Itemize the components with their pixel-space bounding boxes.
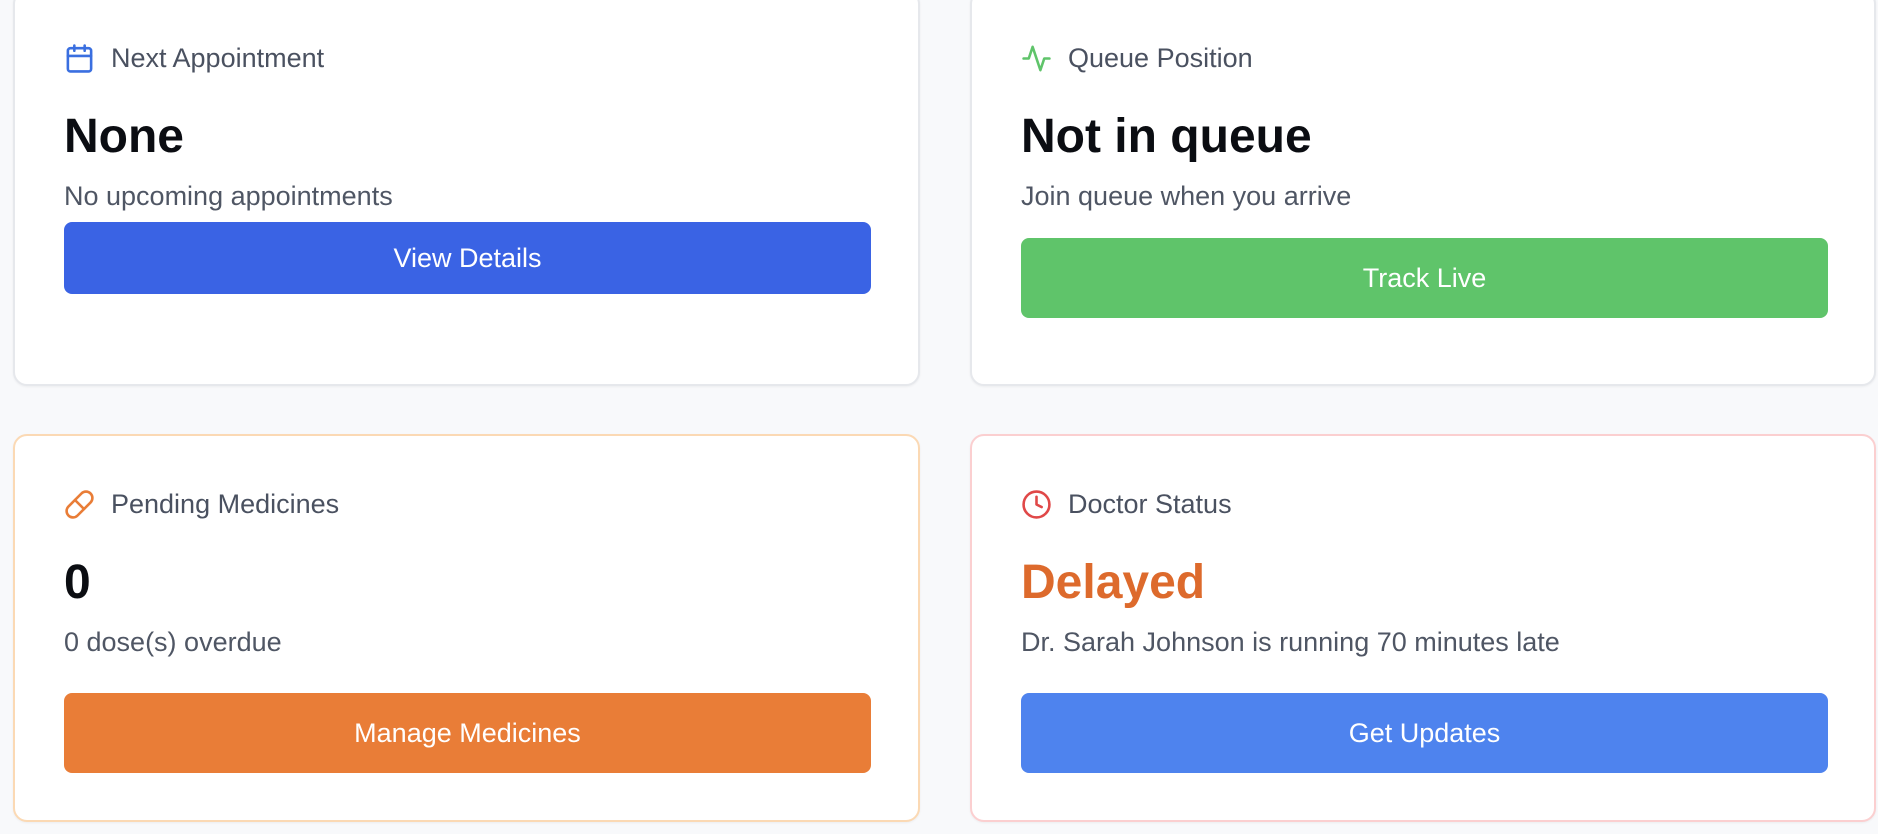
card-title: Pending Medicines: [111, 489, 340, 519]
next-appointment-card: Next Appointment None No upcoming appoin…: [13, 0, 920, 386]
medicines-subtitle: 0 dose(s) overdue: [64, 627, 282, 657]
doctor-status-card: Doctor Status Delayed Dr. Sarah Johnson …: [970, 434, 1876, 822]
track-live-button[interactable]: Track Live: [1021, 238, 1828, 318]
card-title: Queue Position: [1068, 43, 1253, 73]
queue-position-card: Queue Position Not in queue Join queue w…: [970, 0, 1876, 386]
card-header: Doctor Status: [1021, 488, 1232, 520]
appointment-subtitle: No upcoming appointments: [64, 181, 393, 211]
card-title: Next Appointment: [111, 43, 325, 73]
clock-icon: [1021, 489, 1052, 520]
queue-subtitle: Join queue when you arrive: [1021, 181, 1352, 211]
card-header: Queue Position: [1021, 42, 1253, 74]
queue-value: Not in queue: [1021, 110, 1312, 163]
manage-medicines-button[interactable]: Manage Medicines: [64, 693, 871, 773]
activity-icon: [1021, 43, 1052, 74]
card-title: Doctor Status: [1068, 489, 1232, 519]
doctor-status-value: Delayed: [1021, 556, 1206, 609]
appointment-value: None: [64, 110, 184, 163]
card-header: Pending Medicines: [64, 488, 339, 520]
view-details-button[interactable]: View Details: [64, 222, 871, 294]
medicines-value: 0: [64, 556, 91, 609]
calendar-icon: [64, 43, 95, 74]
card-header: Next Appointment: [64, 42, 324, 74]
get-updates-button[interactable]: Get Updates: [1021, 693, 1828, 773]
doctor-status-subtitle: Dr. Sarah Johnson is running 70 minutes …: [1021, 627, 1560, 657]
pending-medicines-card: Pending Medicines 0 0 dose(s) overdue Ma…: [13, 434, 920, 822]
pill-icon: [64, 489, 95, 520]
